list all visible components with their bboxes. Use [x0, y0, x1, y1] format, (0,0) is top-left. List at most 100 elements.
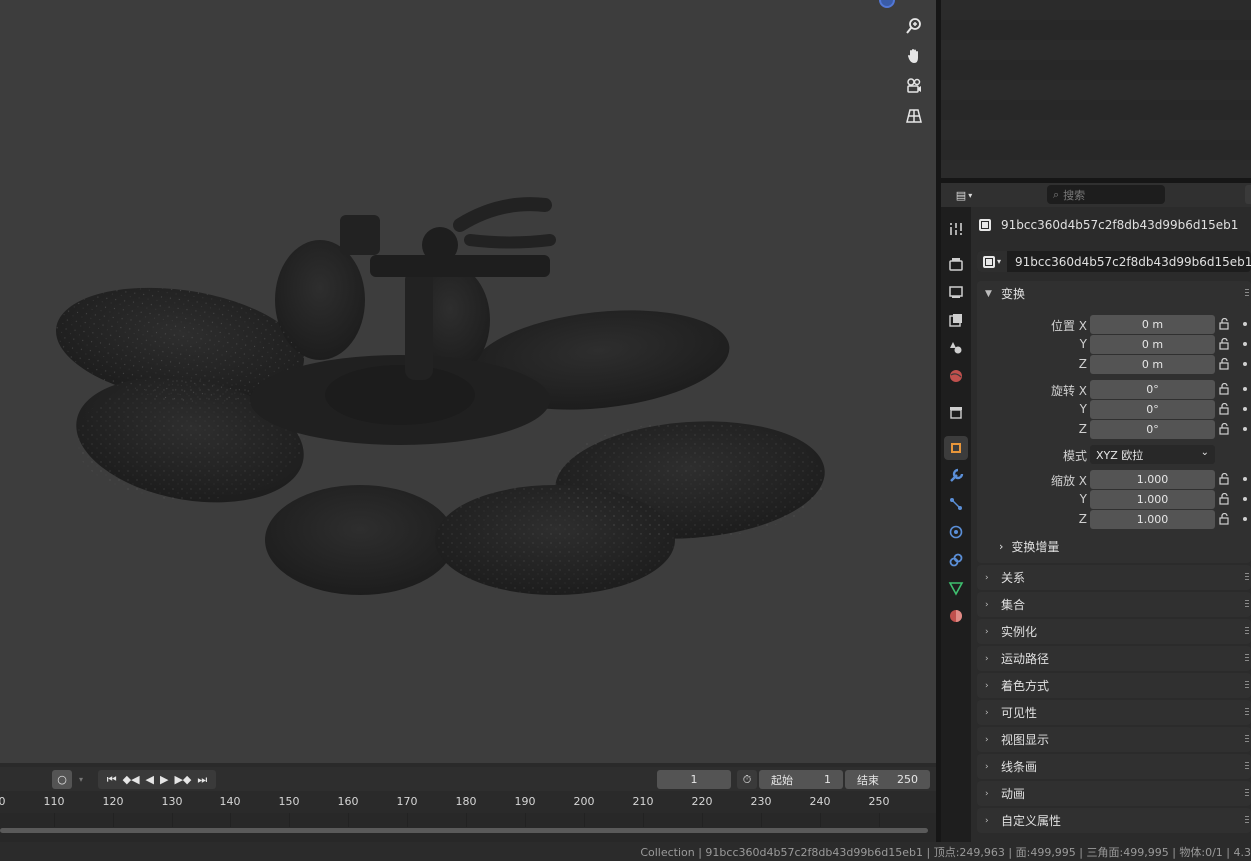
editor-type-button[interactable]: ▤ ▾ [949, 185, 979, 205]
panel-instancing[interactable]: › 实例化 [977, 619, 1251, 644]
chevron-right-icon: › [999, 540, 1004, 553]
timeline-header: ○ ▾ ⏮ ◆◀ ◀ ▶ ▶◆ ⏭ 1 ⏱ 起始 1 结束 250 [0, 767, 936, 791]
material-icon[interactable] [944, 604, 968, 628]
lock-icon[interactable] [1219, 403, 1231, 415]
ruler-tick: 250 [868, 795, 890, 808]
lock-icon[interactable] [1219, 513, 1231, 525]
hand-pan-icon[interactable] [902, 44, 926, 68]
keyframe-dot[interactable] [1243, 427, 1247, 431]
view-layer-icon[interactable] [944, 308, 968, 332]
timeline-body[interactable] [0, 813, 936, 842]
panel-relations[interactable]: › 关系 [977, 565, 1251, 590]
panel-shading[interactable]: › 着色方式 [977, 673, 1251, 698]
keyframe-dot[interactable] [1243, 497, 1247, 501]
location-y-field[interactable]: 0 m [1090, 335, 1215, 354]
object-name-field[interactable]: ▾ 91bcc360d4b57c2f8db43d99b6d15eb1 [977, 251, 1251, 272]
keyframe-dot[interactable] [1243, 477, 1247, 481]
grid-icon[interactable] [902, 104, 926, 128]
drag-handle-icon[interactable] [1245, 816, 1249, 825]
end-frame-field[interactable]: 结束 250 [845, 770, 930, 789]
drag-handle-icon[interactable] [1245, 708, 1249, 717]
keyframe-dot[interactable] [1243, 387, 1247, 391]
lock-icon[interactable] [1219, 473, 1231, 485]
panel-visibility[interactable]: › 可见性 [977, 700, 1251, 725]
drag-handle-icon[interactable] [1245, 573, 1249, 582]
start-frame-field[interactable]: 起始 1 [759, 770, 843, 789]
drag-handle-icon[interactable] [1245, 627, 1249, 636]
tool-icon[interactable] [944, 217, 968, 241]
stopwatch-icon[interactable]: ⏱ [737, 770, 757, 789]
rotation-z-field[interactable]: 0° [1090, 420, 1215, 439]
scale-x-field[interactable]: 1.000 [1090, 470, 1215, 489]
jump-start-icon[interactable]: ⏮ [107, 773, 117, 787]
lock-icon[interactable] [1219, 423, 1231, 435]
keying-chevron[interactable]: ▾ [73, 770, 89, 789]
lock-icon[interactable] [1219, 358, 1231, 370]
search-input[interactable]: ⌕ 搜索 [1047, 185, 1165, 204]
drag-handle-icon[interactable] [1245, 654, 1249, 663]
panel-line-art[interactable]: › 线条画 [977, 754, 1251, 779]
chevron-down-icon: ▾ [968, 190, 973, 200]
zoom-icon[interactable] [902, 14, 926, 38]
delta-transform-header[interactable]: › 变换增量 [999, 538, 1059, 555]
scene-icon[interactable] [944, 336, 968, 360]
pin-button[interactable] [1245, 185, 1251, 204]
drag-handle-icon[interactable] [1245, 600, 1249, 609]
keyframe-dot[interactable] [1243, 517, 1247, 521]
keyframe-dot[interactable] [1243, 322, 1247, 326]
output-icon[interactable] [944, 280, 968, 304]
panel-animation[interactable]: › 动画 [977, 781, 1251, 806]
flower-model[interactable] [0, 0, 936, 763]
drag-handle-icon[interactable] [1245, 789, 1249, 798]
current-frame-field[interactable]: 1 [657, 770, 731, 789]
lock-icon[interactable] [1219, 338, 1231, 350]
lock-icon[interactable] [1219, 318, 1231, 330]
rotation-mode-row: 模式 XYZ 欧拉 ⌄ [977, 445, 1251, 464]
modifier-icon[interactable] [944, 464, 968, 488]
chevron-down-icon: ⌄ [1200, 447, 1209, 458]
auto-keying-button[interactable]: ○ [52, 770, 72, 789]
keyframe-dot[interactable] [1243, 362, 1247, 366]
rotation-mode-select[interactable]: XYZ 欧拉 ⌄ [1090, 445, 1215, 464]
render-icon[interactable] [944, 252, 968, 276]
rotation-y-field[interactable]: 0° [1090, 400, 1215, 419]
play-icon[interactable]: ▶ [160, 773, 168, 786]
object-icon[interactable] [944, 436, 968, 460]
outliner[interactable] [941, 0, 1251, 180]
keyframe-dot[interactable] [1243, 407, 1247, 411]
object-type-dropdown[interactable]: ▾ [977, 251, 1008, 272]
next-keyframe-icon[interactable]: ▶◆ [174, 773, 191, 786]
data-icon[interactable] [944, 576, 968, 600]
panel-viewport-display[interactable]: › 视图显示 [977, 727, 1251, 752]
drag-handle-icon[interactable] [1245, 762, 1249, 771]
jump-end-icon[interactable]: ⏭ [197, 773, 207, 787]
timeline-ruler[interactable]: 0 110 120 130 140 150 160 170 180 190 20… [0, 791, 936, 813]
physics-icon[interactable] [944, 520, 968, 544]
collection-icon[interactable] [944, 400, 968, 424]
drag-handle-icon[interactable] [1245, 735, 1249, 744]
prev-keyframe-icon[interactable]: ◆◀ [123, 773, 140, 786]
start-label: 起始 [771, 773, 793, 787]
3d-viewport[interactable] [0, 0, 936, 763]
timeline-scrollbar[interactable] [0, 828, 928, 833]
constraints-icon[interactable] [944, 548, 968, 572]
scale-z-field[interactable]: 1.000 [1090, 510, 1215, 529]
location-z-field[interactable]: 0 m [1090, 355, 1215, 374]
world-icon[interactable] [944, 364, 968, 388]
keyframe-dot[interactable] [1243, 342, 1247, 346]
panel-motion-paths[interactable]: › 运动路径 [977, 646, 1251, 671]
rotation-x-field[interactable]: 0° [1090, 380, 1215, 399]
play-reverse-icon[interactable]: ◀ [146, 773, 154, 786]
particles-icon[interactable] [944, 492, 968, 516]
panel-collections[interactable]: › 集合 [977, 592, 1251, 617]
location-x-field[interactable]: 0 m [1090, 315, 1215, 334]
lock-icon[interactable] [1219, 493, 1231, 505]
drag-handle-icon[interactable] [1245, 289, 1249, 298]
panel-custom-properties[interactable]: › 自定义属性 [977, 808, 1251, 833]
scale-y-field[interactable]: 1.000 [1090, 490, 1215, 509]
chevron-right-icon: › [985, 761, 989, 772]
drag-handle-icon[interactable] [1245, 681, 1249, 690]
lock-icon[interactable] [1219, 383, 1231, 395]
camera-icon[interactable] [902, 74, 926, 98]
transform-panel-header[interactable]: ▼ 变换 [977, 281, 1251, 306]
